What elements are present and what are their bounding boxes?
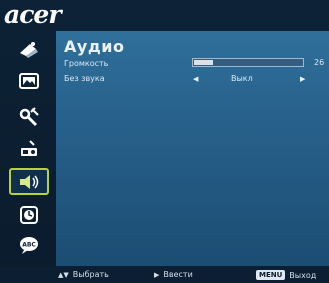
sidebar-item-settings[interactable] [6, 102, 52, 132]
tools-settings-icon [19, 107, 39, 127]
panel-title: Аудио [64, 37, 125, 56]
hint-select: ▲▼ Выбрать [58, 270, 109, 279]
sidebar-item-language[interactable]: ABC [6, 230, 52, 260]
sidebar: ABC [0, 30, 60, 266]
picture-icon [19, 72, 39, 89]
mute-label: Без звука [64, 74, 105, 83]
projector-icon [21, 140, 37, 156]
volume-slider-fill [194, 60, 213, 65]
menu-key-badge: MENU [256, 270, 286, 280]
volume-slider[interactable] [192, 58, 304, 67]
language-icon: ABC [20, 237, 38, 254]
sidebar-item-timer[interactable] [6, 200, 52, 230]
image-settings-icon [20, 42, 38, 58]
mute-value[interactable]: Выкл [231, 74, 253, 83]
volume-value: 26 [314, 58, 325, 67]
footer-hints: ▲▼ Выбрать ▶ Ввести MENU Выход [0, 266, 329, 283]
hint-exit: MENU Выход [256, 270, 316, 280]
hint-enter: ▶ Ввести [154, 270, 193, 279]
right-arrow-icon: ▶ [154, 270, 160, 279]
svg-text:ABC: ABC [22, 242, 36, 249]
up-down-arrows-icon: ▲▼ [58, 270, 69, 279]
brand-logo: acer [4, 0, 62, 29]
hint-enter-label: Ввести [163, 270, 193, 279]
sidebar-item-audio[interactable] [9, 168, 49, 195]
mute-left-arrow-icon[interactable]: ◀ [193, 75, 198, 83]
osd-window: acer ABC Аудио Громкость 26 Без звука ◀ … [0, 0, 329, 283]
sidebar-item-picture[interactable] [6, 66, 52, 96]
hint-select-label: Выбрать [72, 270, 109, 279]
volume-label: Громкость [64, 59, 109, 68]
hint-exit-label: Выход [289, 270, 317, 280]
audio-icon [20, 174, 39, 189]
mute-right-arrow-icon[interactable]: ▶ [300, 75, 305, 83]
timer-icon [20, 206, 38, 224]
sidebar-item-projector[interactable] [6, 134, 52, 164]
sidebar-item-image[interactable] [6, 34, 52, 64]
audio-settings-panel: Аудио Громкость 26 Без звука ◀ Выкл ▶ [56, 31, 329, 266]
